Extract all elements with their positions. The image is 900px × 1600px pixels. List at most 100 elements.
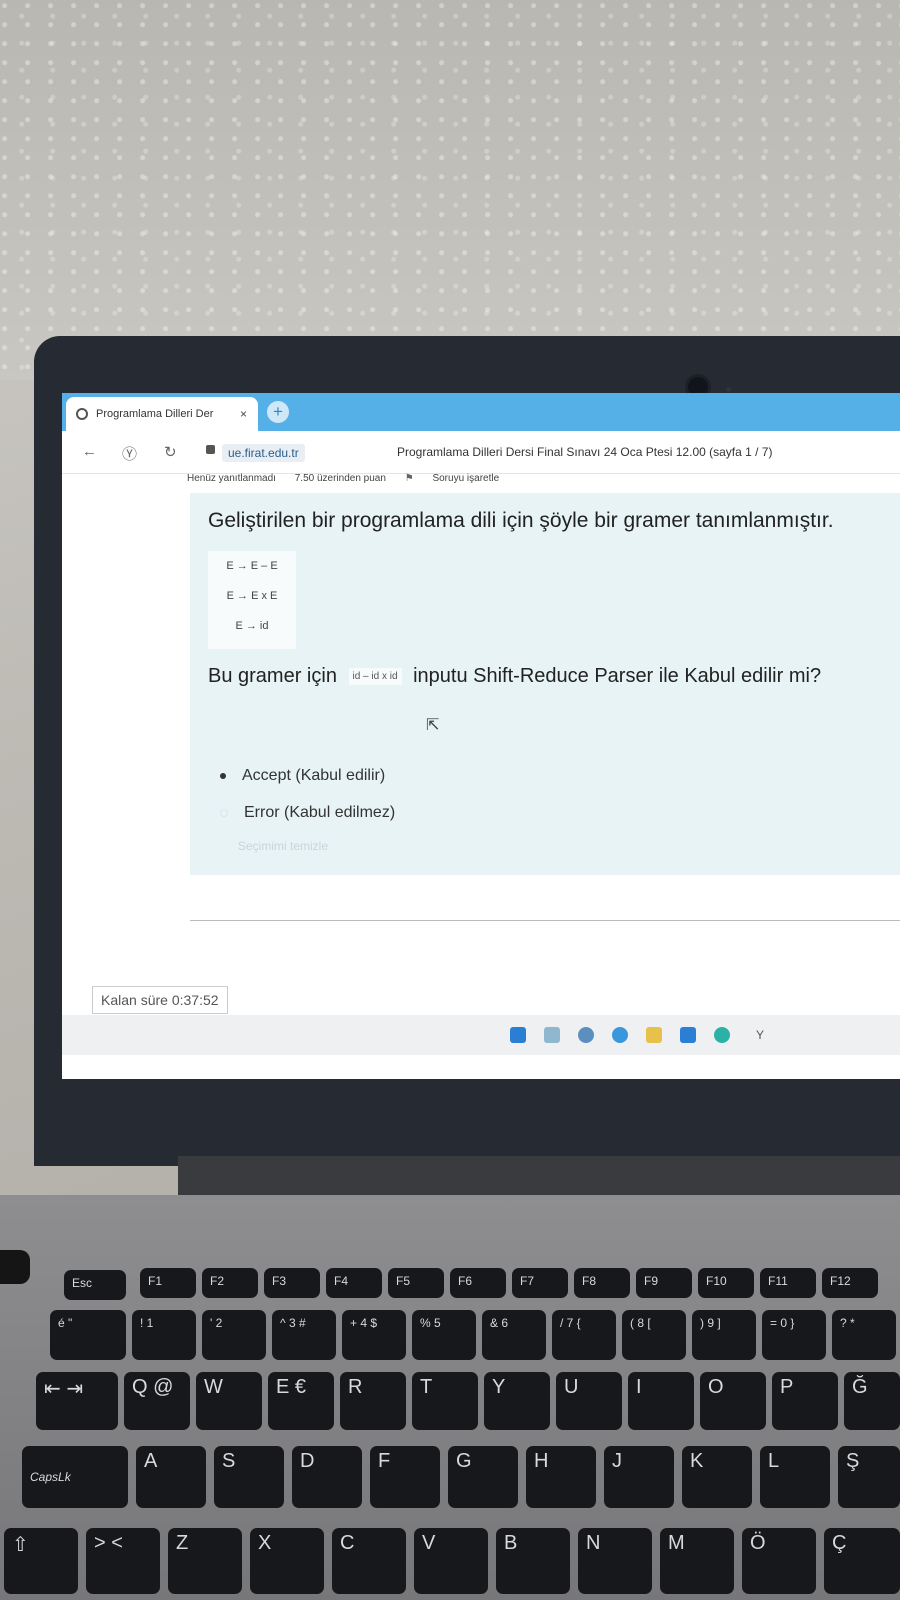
key-esc[interactable]: Esc bbox=[64, 1270, 126, 1300]
vscode-icon[interactable] bbox=[680, 1027, 696, 1043]
taskbar: Y bbox=[62, 1015, 900, 1055]
option-label: Error (Kabul edilmez) bbox=[244, 804, 396, 821]
option-error[interactable]: Error (Kabul edilmez) bbox=[220, 804, 395, 822]
divider bbox=[190, 920, 900, 921]
key-f12[interactable]: F12 bbox=[822, 1268, 878, 1298]
key-8[interactable]: ( 8 [ bbox=[622, 1310, 686, 1360]
power-cable bbox=[0, 1250, 30, 1284]
key-i[interactable]: I bbox=[628, 1372, 694, 1430]
key-v[interactable]: V bbox=[414, 1528, 488, 1594]
key-k[interactable]: K bbox=[682, 1446, 752, 1508]
tab-bar: Programlama Dilleri Der × + bbox=[62, 393, 900, 431]
key-6[interactable]: & 6 bbox=[482, 1310, 546, 1360]
tab-title: Programlama Dilleri Der bbox=[96, 408, 214, 420]
key-n[interactable]: N bbox=[578, 1528, 652, 1594]
site-favicon-icon bbox=[76, 408, 88, 420]
key-x[interactable]: X bbox=[250, 1528, 324, 1594]
lock-icon bbox=[206, 445, 215, 454]
key-quote[interactable]: é " bbox=[50, 1310, 126, 1360]
key-f1[interactable]: F1 bbox=[140, 1268, 196, 1298]
address-bar: ← Ⓨ ↻ ue.firat.edu.tr Programlama Diller… bbox=[62, 431, 900, 474]
folder-icon[interactable] bbox=[646, 1027, 662, 1043]
windows-icon[interactable] bbox=[510, 1027, 526, 1043]
key-l[interactable]: L bbox=[760, 1446, 830, 1508]
option-label: Accept (Kabul edilir) bbox=[242, 767, 386, 784]
key-f9[interactable]: F9 bbox=[636, 1268, 692, 1298]
chrome-icon[interactable] bbox=[612, 1027, 628, 1043]
key-5[interactable]: % 5 bbox=[412, 1310, 476, 1360]
grammar-rule: E → E – E bbox=[226, 560, 278, 572]
key-c[interactable]: C bbox=[332, 1528, 406, 1594]
key-f10[interactable]: F10 bbox=[698, 1268, 754, 1298]
key-c-cedilla[interactable]: Ç bbox=[824, 1528, 900, 1594]
answer-status: Henüz yanıtlanmadı bbox=[187, 473, 276, 484]
key-m[interactable]: M bbox=[660, 1528, 734, 1594]
key-o[interactable]: O bbox=[700, 1372, 766, 1430]
key-f8[interactable]: F8 bbox=[574, 1268, 630, 1298]
key-g[interactable]: G bbox=[448, 1446, 518, 1508]
key-capslock[interactable]: CapsLk bbox=[22, 1446, 128, 1508]
key-b[interactable]: B bbox=[496, 1528, 570, 1594]
yandex-taskbar-icon[interactable]: Y bbox=[752, 1027, 768, 1043]
option-accept[interactable]: Accept (Kabul edilir) bbox=[220, 767, 385, 785]
key-9[interactable]: ) 9 ] bbox=[692, 1310, 756, 1360]
back-icon[interactable]: ← bbox=[82, 443, 97, 460]
key-j[interactable]: J bbox=[604, 1446, 674, 1508]
edge-icon[interactable] bbox=[714, 1027, 730, 1043]
radio-unselected-icon[interactable] bbox=[220, 808, 228, 817]
yandex-icon[interactable]: Ⓨ bbox=[122, 443, 137, 464]
explorer-icon[interactable] bbox=[544, 1027, 560, 1043]
wall-background bbox=[0, 0, 900, 380]
key-question[interactable]: ? * bbox=[832, 1310, 896, 1360]
grammar-rules: E → E – E E → E x E E → id bbox=[208, 551, 296, 649]
close-tab-icon[interactable]: × bbox=[240, 407, 247, 421]
key-o-umlaut[interactable]: Ö bbox=[742, 1528, 816, 1594]
new-tab-button[interactable]: + bbox=[267, 401, 289, 423]
key-f5[interactable]: F5 bbox=[388, 1268, 444, 1298]
key-1[interactable]: ! 1 bbox=[132, 1310, 196, 1360]
key-q[interactable]: Q @ bbox=[124, 1372, 190, 1430]
key-u[interactable]: U bbox=[556, 1372, 622, 1430]
key-3[interactable]: ^ 3 # bbox=[272, 1310, 336, 1360]
mouse-cursor-icon: ⇱ bbox=[426, 717, 440, 734]
key-r[interactable]: R bbox=[340, 1372, 406, 1430]
radio-selected-icon[interactable] bbox=[220, 772, 226, 779]
key-0[interactable]: = 0 } bbox=[762, 1310, 826, 1360]
key-shift[interactable]: ⇧ bbox=[4, 1528, 78, 1594]
remaining-time: Kalan süre 0:37:52 bbox=[92, 986, 228, 1014]
url-domain[interactable]: ue.firat.edu.tr bbox=[222, 444, 305, 462]
key-7[interactable]: / 7 { bbox=[552, 1310, 616, 1360]
key-f6[interactable]: F6 bbox=[450, 1268, 506, 1298]
key-f11[interactable]: F11 bbox=[760, 1268, 816, 1298]
key-less-greater[interactable]: > < bbox=[86, 1528, 160, 1594]
key-e[interactable]: E € bbox=[268, 1372, 334, 1430]
clear-choice-link[interactable]: Seçimimi temizle bbox=[238, 839, 328, 853]
key-g-breve[interactable]: Ğ bbox=[844, 1372, 900, 1430]
key-t[interactable]: T bbox=[412, 1372, 478, 1430]
grammar-rule: E → id bbox=[235, 620, 269, 632]
key-tab[interactable]: ⇤ ⇥ bbox=[36, 1372, 118, 1430]
input-string: id – id x id bbox=[348, 668, 402, 686]
settings-icon[interactable] bbox=[578, 1027, 594, 1043]
reload-icon[interactable]: ↻ bbox=[164, 443, 177, 461]
key-a[interactable]: A bbox=[136, 1446, 206, 1508]
key-s-cedilla[interactable]: Ş bbox=[838, 1446, 900, 1508]
browser-tab[interactable]: Programlama Dilleri Der × bbox=[66, 397, 258, 431]
webcam-led bbox=[726, 387, 731, 392]
key-f2[interactable]: F2 bbox=[202, 1268, 258, 1298]
key-s[interactable]: S bbox=[214, 1446, 284, 1508]
key-z[interactable]: Z bbox=[168, 1528, 242, 1594]
key-w[interactable]: W bbox=[196, 1372, 262, 1430]
key-f3[interactable]: F3 bbox=[264, 1268, 320, 1298]
laptop-screen: Programlama Dilleri Der × + ← Ⓨ ↻ ue.fir… bbox=[62, 393, 900, 1079]
key-h[interactable]: H bbox=[526, 1446, 596, 1508]
key-4[interactable]: + 4 $ bbox=[342, 1310, 406, 1360]
key-f7[interactable]: F7 bbox=[512, 1268, 568, 1298]
key-p[interactable]: P bbox=[772, 1372, 838, 1430]
key-f4[interactable]: F4 bbox=[326, 1268, 382, 1298]
flag-question-link[interactable]: ⚑ Soruyu işaretle bbox=[405, 473, 515, 484]
key-y[interactable]: Y bbox=[484, 1372, 550, 1430]
key-2[interactable]: ' 2 bbox=[202, 1310, 266, 1360]
key-d[interactable]: D bbox=[292, 1446, 362, 1508]
key-f[interactable]: F bbox=[370, 1446, 440, 1508]
